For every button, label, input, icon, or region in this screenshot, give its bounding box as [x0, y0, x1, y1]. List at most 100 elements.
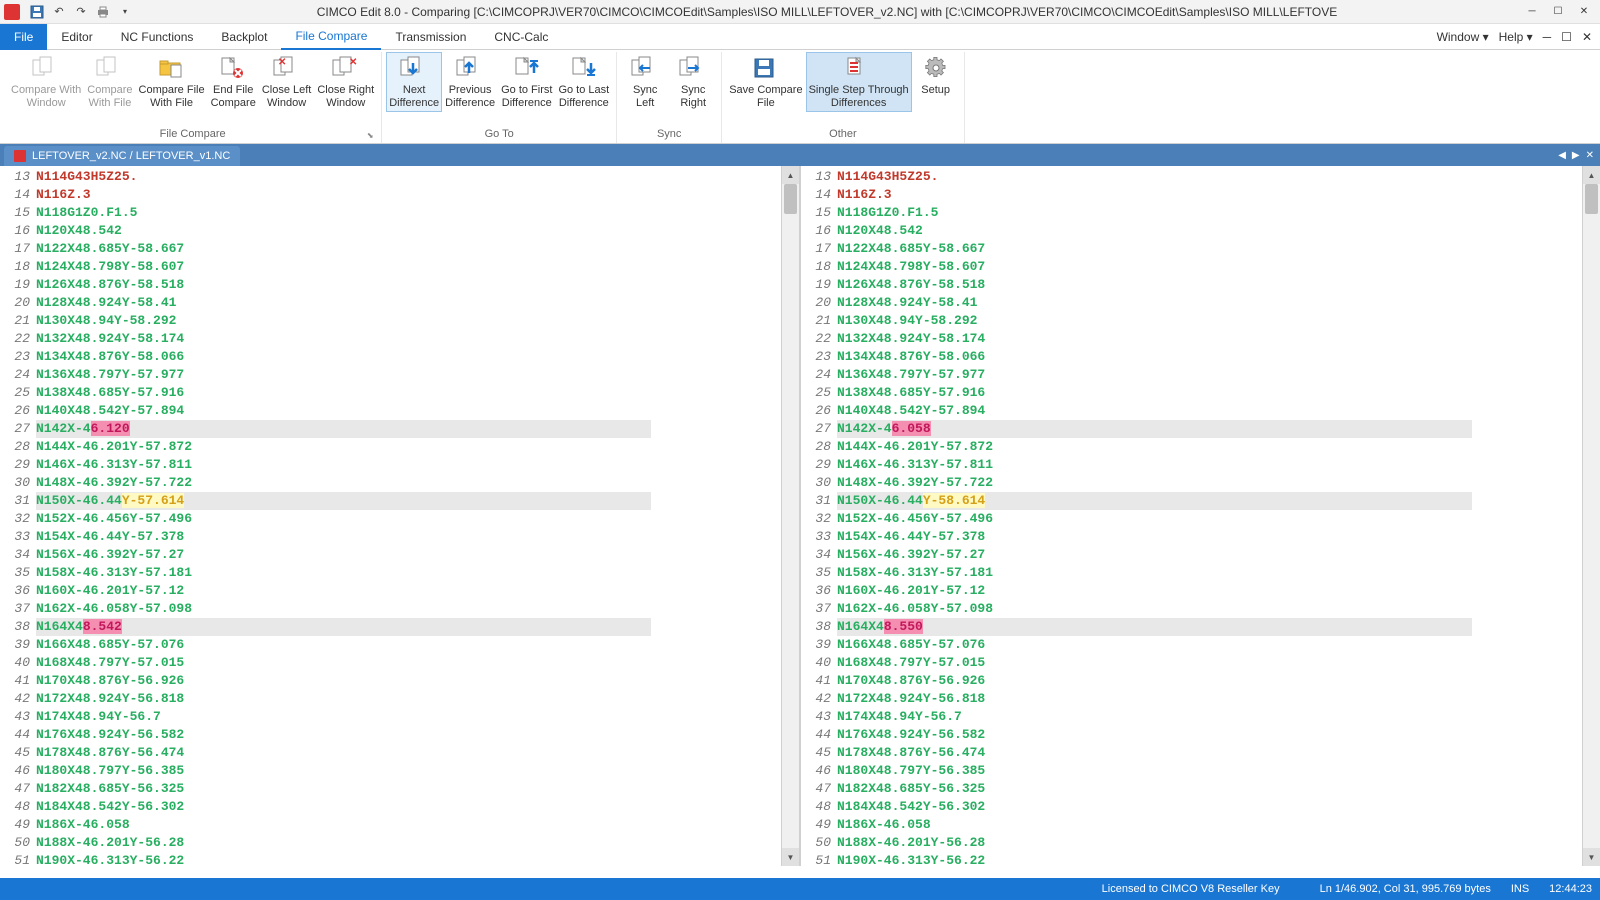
- code-line[interactable]: N130X48.94Y-58.292: [837, 312, 1472, 330]
- code-line[interactable]: N170X48.876Y-56.926: [837, 672, 1472, 690]
- code-line[interactable]: N150X-46.44Y-57.614: [36, 492, 651, 510]
- code-line[interactable]: N166X48.685Y-57.076: [36, 636, 651, 654]
- code-line[interactable]: N156X-46.392Y-57.27: [36, 546, 651, 564]
- code-line[interactable]: N128X48.924Y-58.41: [837, 294, 1472, 312]
- tab-backplot[interactable]: Backplot: [207, 24, 281, 50]
- code-line[interactable]: N158X-46.313Y-57.181: [837, 564, 1472, 582]
- code-line[interactable]: N182X48.685Y-56.325: [837, 780, 1472, 798]
- end-file-compare-button[interactable]: End FileCompare: [208, 52, 259, 112]
- code-line[interactable]: N168X48.797Y-57.015: [36, 654, 651, 672]
- ribbon-restore-icon[interactable]: ☐: [1557, 30, 1576, 44]
- code-line[interactable]: N116Z.3: [36, 186, 651, 204]
- code-line[interactable]: N160X-46.201Y-57.12: [837, 582, 1472, 600]
- code-line[interactable]: N134X48.876Y-58.066: [837, 348, 1472, 366]
- code-line[interactable]: N182X48.685Y-56.325: [36, 780, 651, 798]
- tab-close-icon[interactable]: ✕: [1584, 150, 1596, 161]
- tab-next-icon[interactable]: ▶: [1570, 150, 1582, 161]
- qat-dropdown-icon[interactable]: ▾: [116, 3, 134, 21]
- code-line[interactable]: N128X48.924Y-58.41: [36, 294, 651, 312]
- code-line[interactable]: N138X48.685Y-57.916: [837, 384, 1472, 402]
- save-icon[interactable]: [28, 3, 46, 21]
- code-line[interactable]: N166X48.685Y-57.076: [837, 636, 1472, 654]
- previous-difference-button[interactable]: PreviousDifference: [442, 52, 498, 112]
- code-line[interactable]: N156X-46.392Y-57.27: [837, 546, 1472, 564]
- code-line[interactable]: N140X48.542Y-57.894: [36, 402, 651, 420]
- scroll-up-icon[interactable]: ▲: [1583, 166, 1600, 184]
- ribbon-close-icon[interactable]: ✕: [1578, 30, 1596, 44]
- code-line[interactable]: N172X48.924Y-56.818: [36, 690, 651, 708]
- close-right-window-button[interactable]: ✕Close RightWindow: [314, 52, 377, 112]
- ribbon-minimize-icon[interactable]: ─: [1539, 30, 1556, 44]
- code-line[interactable]: N148X-46.392Y-57.722: [837, 474, 1472, 492]
- code-line[interactable]: N168X48.797Y-57.015: [837, 654, 1472, 672]
- tab-nc-functions[interactable]: NC Functions: [107, 24, 208, 50]
- code-line[interactable]: N178X48.876Y-56.474: [837, 744, 1472, 762]
- scroll-down-icon[interactable]: ▼: [1583, 848, 1600, 866]
- code-line[interactable]: N158X-46.313Y-57.181: [36, 564, 651, 582]
- code-line[interactable]: N124X48.798Y-58.607: [837, 258, 1472, 276]
- code-line[interactable]: N120X48.542: [36, 222, 651, 240]
- code-line[interactable]: N126X48.876Y-58.518: [837, 276, 1472, 294]
- code-line[interactable]: N188X-46.201Y-56.28: [36, 834, 651, 852]
- tab-cnc-calc[interactable]: CNC-Calc: [480, 24, 562, 50]
- setup-button[interactable]: Setup: [912, 52, 960, 99]
- code-line[interactable]: N118G1Z0.F1.5: [36, 204, 651, 222]
- code-line[interactable]: N172X48.924Y-56.818: [837, 690, 1472, 708]
- print-icon[interactable]: [94, 3, 112, 21]
- scroll-thumb[interactable]: [1585, 184, 1598, 214]
- scrollbar-left[interactable]: ▲ ▼: [781, 166, 799, 866]
- code-line[interactable]: N144X-46.201Y-57.872: [36, 438, 651, 456]
- scroll-up-icon[interactable]: ▲: [782, 166, 799, 184]
- code-line[interactable]: N190X-46.313Y-56.22: [36, 852, 651, 866]
- code-line[interactable]: N136X48.797Y-57.977: [837, 366, 1472, 384]
- code-line[interactable]: N116Z.3: [837, 186, 1472, 204]
- code-line[interactable]: N174X48.94Y-56.7: [837, 708, 1472, 726]
- code-line[interactable]: N132X48.924Y-58.174: [837, 330, 1472, 348]
- code-line[interactable]: N176X48.924Y-56.582: [36, 726, 651, 744]
- code-line[interactable]: N178X48.876Y-56.474: [36, 744, 651, 762]
- code-right[interactable]: N114G43H5Z25.N116Z.3N118G1Z0.F1.5N120X48…: [837, 166, 1472, 866]
- minimize-button[interactable]: ─: [1520, 3, 1544, 21]
- go-to-first-difference-button[interactable]: Go to FirstDifference: [498, 52, 555, 112]
- code-line[interactable]: N122X48.685Y-58.667: [837, 240, 1472, 258]
- code-line[interactable]: N170X48.876Y-56.926: [36, 672, 651, 690]
- code-line[interactable]: N184X48.542Y-56.302: [36, 798, 651, 816]
- code-line[interactable]: N162X-46.058Y-57.098: [837, 600, 1472, 618]
- help-menu[interactable]: Help ▾: [1495, 30, 1537, 44]
- code-line[interactable]: N126X48.876Y-58.518: [36, 276, 651, 294]
- code-line[interactable]: N114G43H5Z25.: [837, 168, 1472, 186]
- compare-file-with-file-button[interactable]: Compare FileWith File: [136, 52, 208, 112]
- code-line[interactable]: N152X-46.456Y-57.496: [837, 510, 1472, 528]
- tab-file-compare[interactable]: File Compare: [281, 24, 381, 50]
- next-difference-button[interactable]: NextDifference: [386, 52, 442, 112]
- sync-left-button[interactable]: SyncLeft: [621, 52, 669, 112]
- scroll-down-icon[interactable]: ▼: [782, 848, 799, 866]
- single-step-through-differences-button[interactable]: Single Step ThroughDifferences: [806, 52, 912, 112]
- code-line[interactable]: N138X48.685Y-57.916: [36, 384, 651, 402]
- code-line[interactable]: N132X48.924Y-58.174: [36, 330, 651, 348]
- code-line[interactable]: N152X-46.456Y-57.496: [36, 510, 651, 528]
- code-line[interactable]: N150X-46.44Y-58.614: [837, 492, 1472, 510]
- maximize-button[interactable]: ☐: [1546, 3, 1570, 21]
- code-line[interactable]: N134X48.876Y-58.066: [36, 348, 651, 366]
- tab-editor[interactable]: Editor: [47, 24, 106, 50]
- code-line[interactable]: N154X-46.44Y-57.378: [36, 528, 651, 546]
- dialog-launcher-icon[interactable]: ⬊: [365, 131, 375, 141]
- undo-icon[interactable]: ↶: [50, 3, 68, 21]
- go-to-last-difference-button[interactable]: Go to LastDifference: [555, 52, 612, 112]
- code-line[interactable]: N124X48.798Y-58.607: [36, 258, 651, 276]
- code-line[interactable]: N140X48.542Y-57.894: [837, 402, 1472, 420]
- scroll-thumb[interactable]: [784, 184, 797, 214]
- scrollbar-right[interactable]: ▲ ▼: [1582, 166, 1600, 866]
- code-line[interactable]: N186X-46.058: [36, 816, 651, 834]
- code-line[interactable]: N186X-46.058: [837, 816, 1472, 834]
- code-line[interactable]: N122X48.685Y-58.667: [36, 240, 651, 258]
- code-line[interactable]: N142X-46.120: [36, 420, 651, 438]
- code-line[interactable]: N190X-46.313Y-56.22: [837, 852, 1472, 866]
- window-menu[interactable]: Window ▾: [1433, 30, 1493, 44]
- code-line[interactable]: N144X-46.201Y-57.872: [837, 438, 1472, 456]
- code-line[interactable]: N174X48.94Y-56.7: [36, 708, 651, 726]
- code-line[interactable]: N142X-46.058: [837, 420, 1472, 438]
- code-line[interactable]: N114G43H5Z25.: [36, 168, 651, 186]
- file-menu[interactable]: File: [0, 24, 47, 50]
